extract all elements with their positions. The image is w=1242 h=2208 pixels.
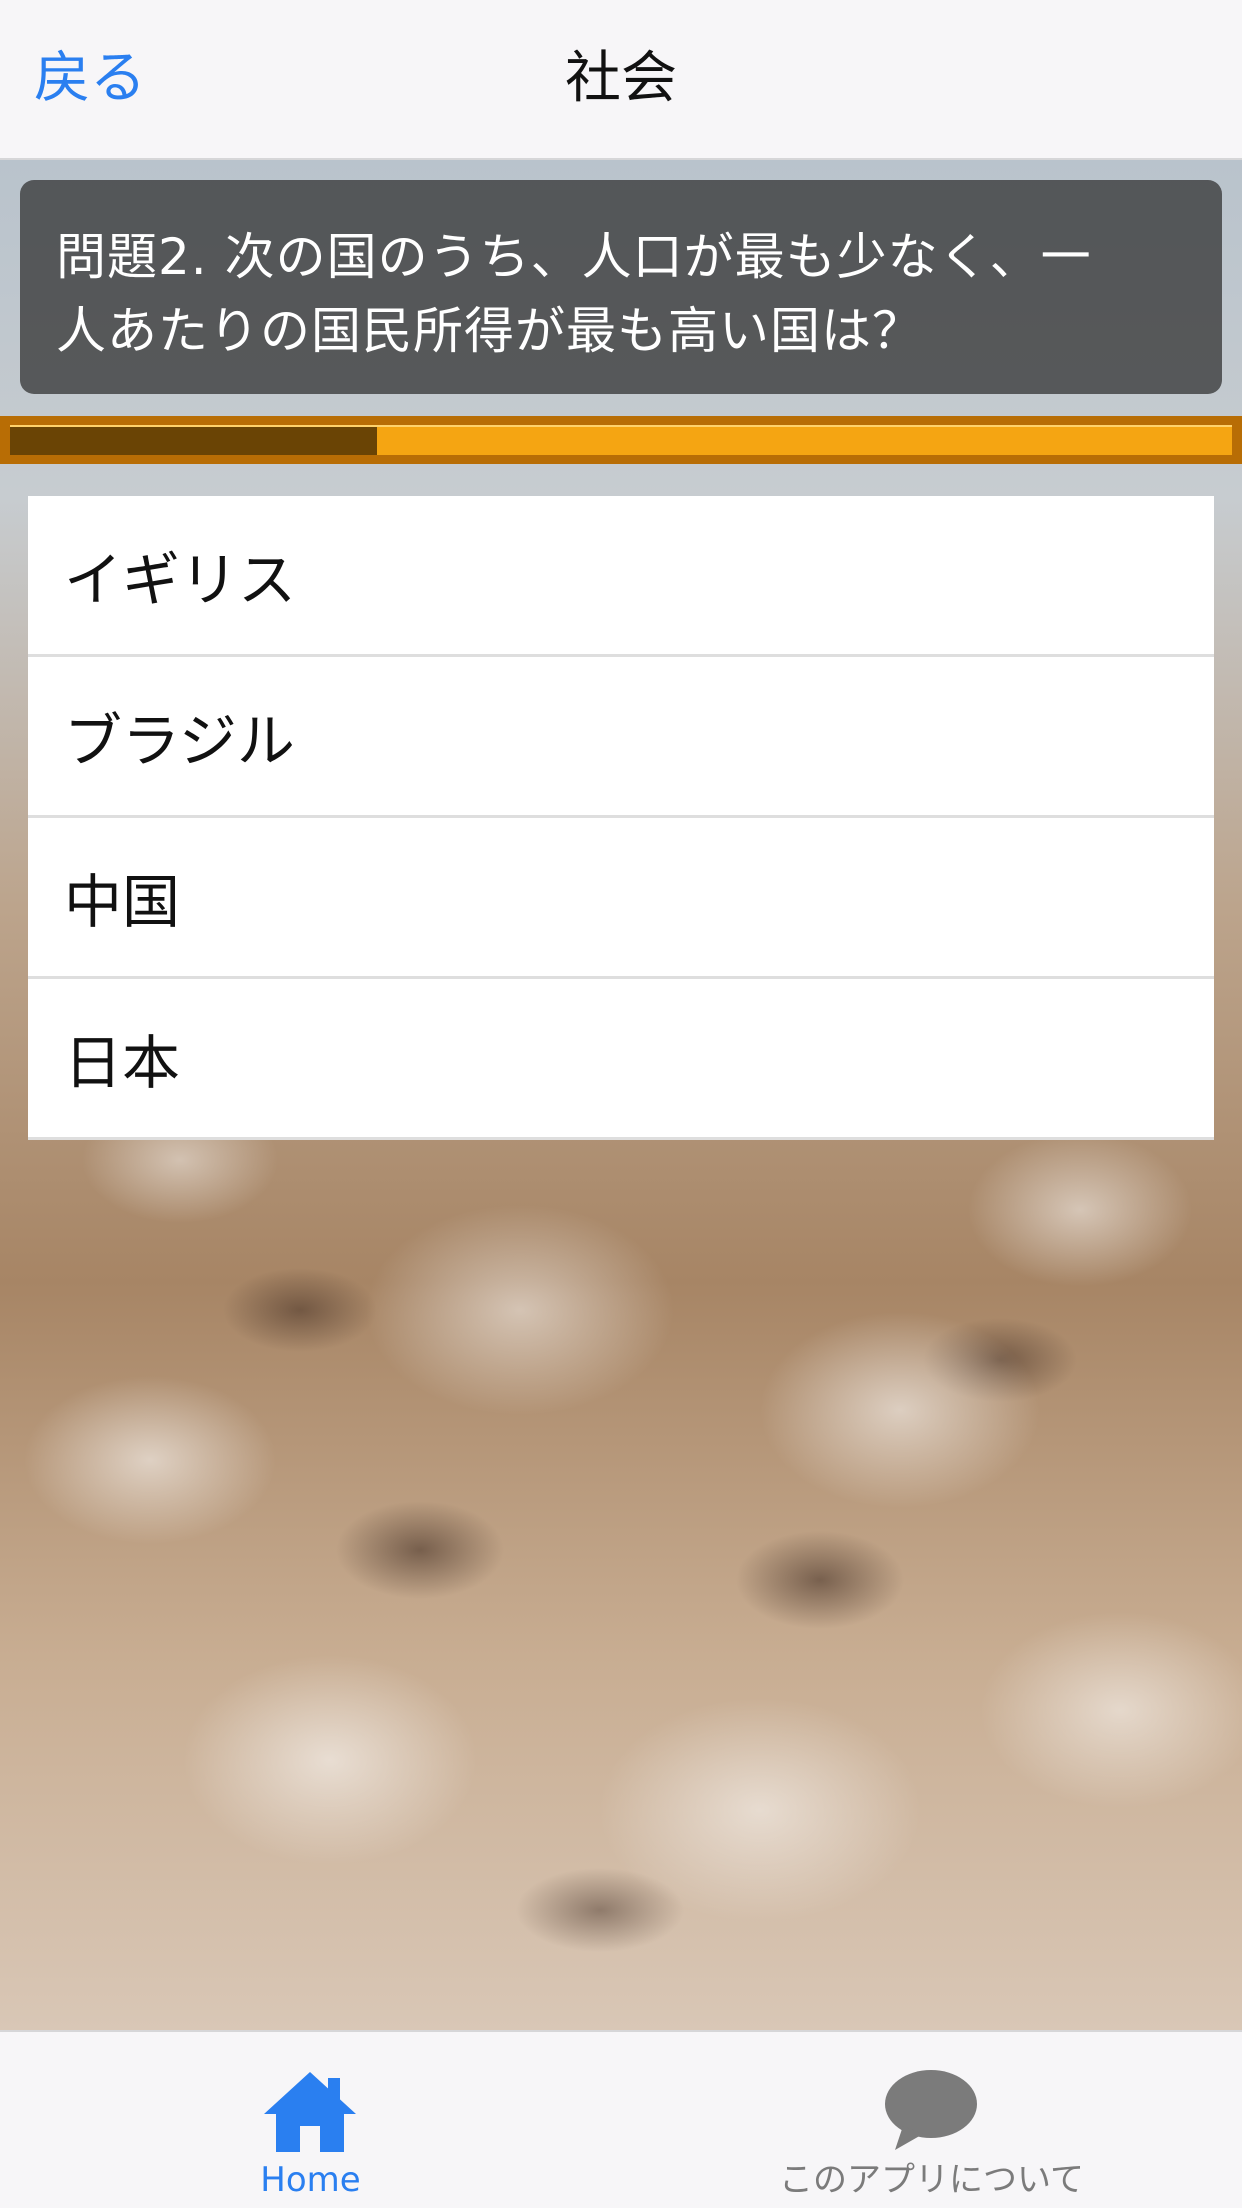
page-title: 社会 <box>565 46 677 111</box>
progress-track <box>10 425 1232 455</box>
tab-about-app[interactable]: このアプリについて <box>621 2032 1242 2208</box>
answer-option-1[interactable]: イギリス <box>28 496 1214 657</box>
answer-label: 日本 <box>64 1029 181 1097</box>
question-box: 問題2. 次の国のうち、人口が最も少なく、一 人あたりの国民所得が最も高い国は？ <box>20 180 1222 394</box>
answer-option-4[interactable]: 日本 <box>28 979 1214 1140</box>
navigation-bar: 戻る 社会 <box>0 0 1242 160</box>
question-line-2: 人あたりの国民所得が最も高い国は？ <box>56 302 923 360</box>
answer-label: 中国 <box>64 868 181 936</box>
answer-option-3[interactable]: 中国 <box>28 818 1214 979</box>
answer-label: ブラジル <box>64 707 295 775</box>
answer-label: イギリス <box>64 546 297 614</box>
tab-home-label: Home <box>260 2160 361 2200</box>
question-text: 問題2. 次の国のうち、人口が最も少なく、一 人あたりの国民所得が最も高い国は？ <box>56 220 1186 368</box>
tab-bar: Home このアプリについて <box>0 2030 1242 2208</box>
answer-option-2[interactable]: ブラジル <box>28 657 1214 818</box>
progress-fill <box>10 427 377 455</box>
question-line-1: 問題2. 次の国のうち、人口が最も少なく、一 <box>56 228 1092 286</box>
tab-about-label: このアプリについて <box>779 2160 1084 2200</box>
home-icon <box>264 2072 356 2152</box>
speech-bubble-icon <box>885 2070 977 2150</box>
timer-progress-bar <box>0 416 1242 464</box>
tab-home[interactable]: Home <box>0 2032 621 2208</box>
answer-list: イギリス ブラジル 中国 日本 <box>28 496 1214 1140</box>
